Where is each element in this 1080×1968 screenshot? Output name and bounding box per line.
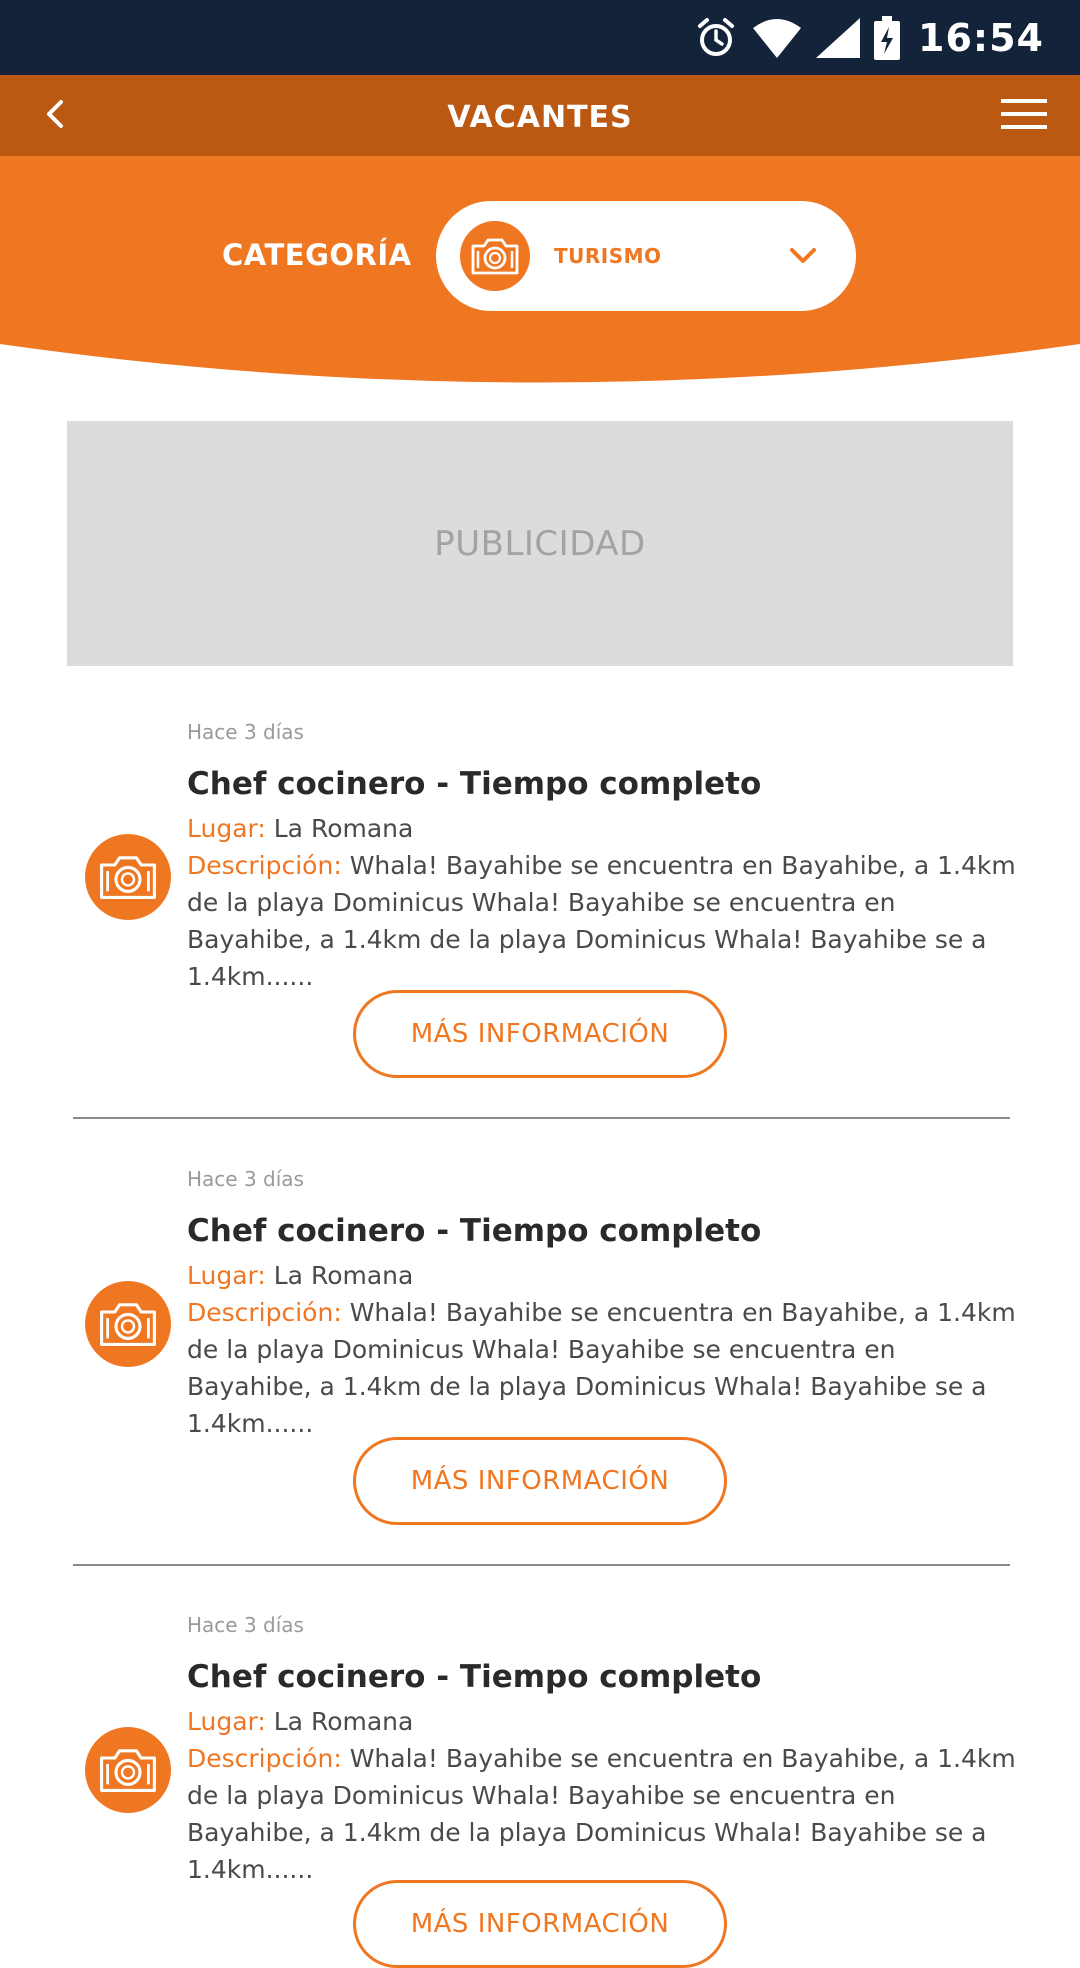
place-value: La Romana [273,1261,414,1290]
job-title: Chef cocinero - Tiempo completo [187,766,762,802]
description-label: Descripción: [187,1744,342,1773]
category-label: CATEGORÍA [222,238,412,272]
wifi-icon [753,19,802,58]
description-label: Descripción: [187,851,342,880]
divider [73,1117,1010,1119]
place-label: Lugar: [187,1261,266,1290]
place-value: La Romana [273,814,414,843]
ad-banner[interactable]: PUBLICIDAD [67,421,1013,666]
battery-icon [874,16,901,60]
job-title: Chef cocinero - Tiempo completo [187,1213,762,1249]
job-place: Lugar: La Romana [187,1703,1017,1740]
ad-label: PUBLICIDAD [434,523,646,564]
job-title: Chef cocinero - Tiempo completo [187,1659,762,1695]
camera-icon [85,1727,171,1813]
divider [73,1564,1010,1566]
status-bar: 16:54 [0,0,1080,75]
chevron-down-icon [790,248,816,263]
category-dropdown[interactable]: TURISMO [436,201,856,311]
more-info-button[interactable]: MÁS INFORMACIÓN [353,990,727,1078]
camera-icon [85,834,171,920]
status-time: 16:54 [918,16,1044,60]
camera-icon [85,1281,171,1367]
job-description: Descripción: Whala! Bayahibe se encuentr… [187,1294,1017,1442]
job-place: Lugar: La Romana [187,810,1017,847]
place-label: Lugar: [187,1707,266,1736]
menu-button[interactable] [996,89,1052,139]
camera-icon [460,221,530,291]
job-time-ago: Hace 3 días [187,720,304,744]
more-info-button[interactable]: MÁS INFORMACIÓN [353,1437,727,1525]
description-label: Descripción: [187,1298,342,1327]
place-label: Lugar: [187,814,266,843]
job-description: Descripción: Whala! Bayahibe se encuentr… [187,1740,1017,1888]
job-place: Lugar: La Romana [187,1257,1017,1294]
menu-icon [1001,99,1047,129]
place-value: La Romana [273,1707,414,1736]
page-title: VACANTES [447,100,633,135]
app-bar: VACANTES [0,75,1080,156]
signal-icon [816,18,861,58]
job-description: Descripción: Whala! Bayahibe se encuentr… [187,847,1017,995]
job-time-ago: Hace 3 días [187,1613,304,1637]
alarm-icon [698,18,735,56]
job-time-ago: Hace 3 días [187,1167,304,1191]
category-selected-value: TURISMO [554,244,662,268]
more-info-button[interactable]: MÁS INFORMACIÓN [353,1880,727,1968]
